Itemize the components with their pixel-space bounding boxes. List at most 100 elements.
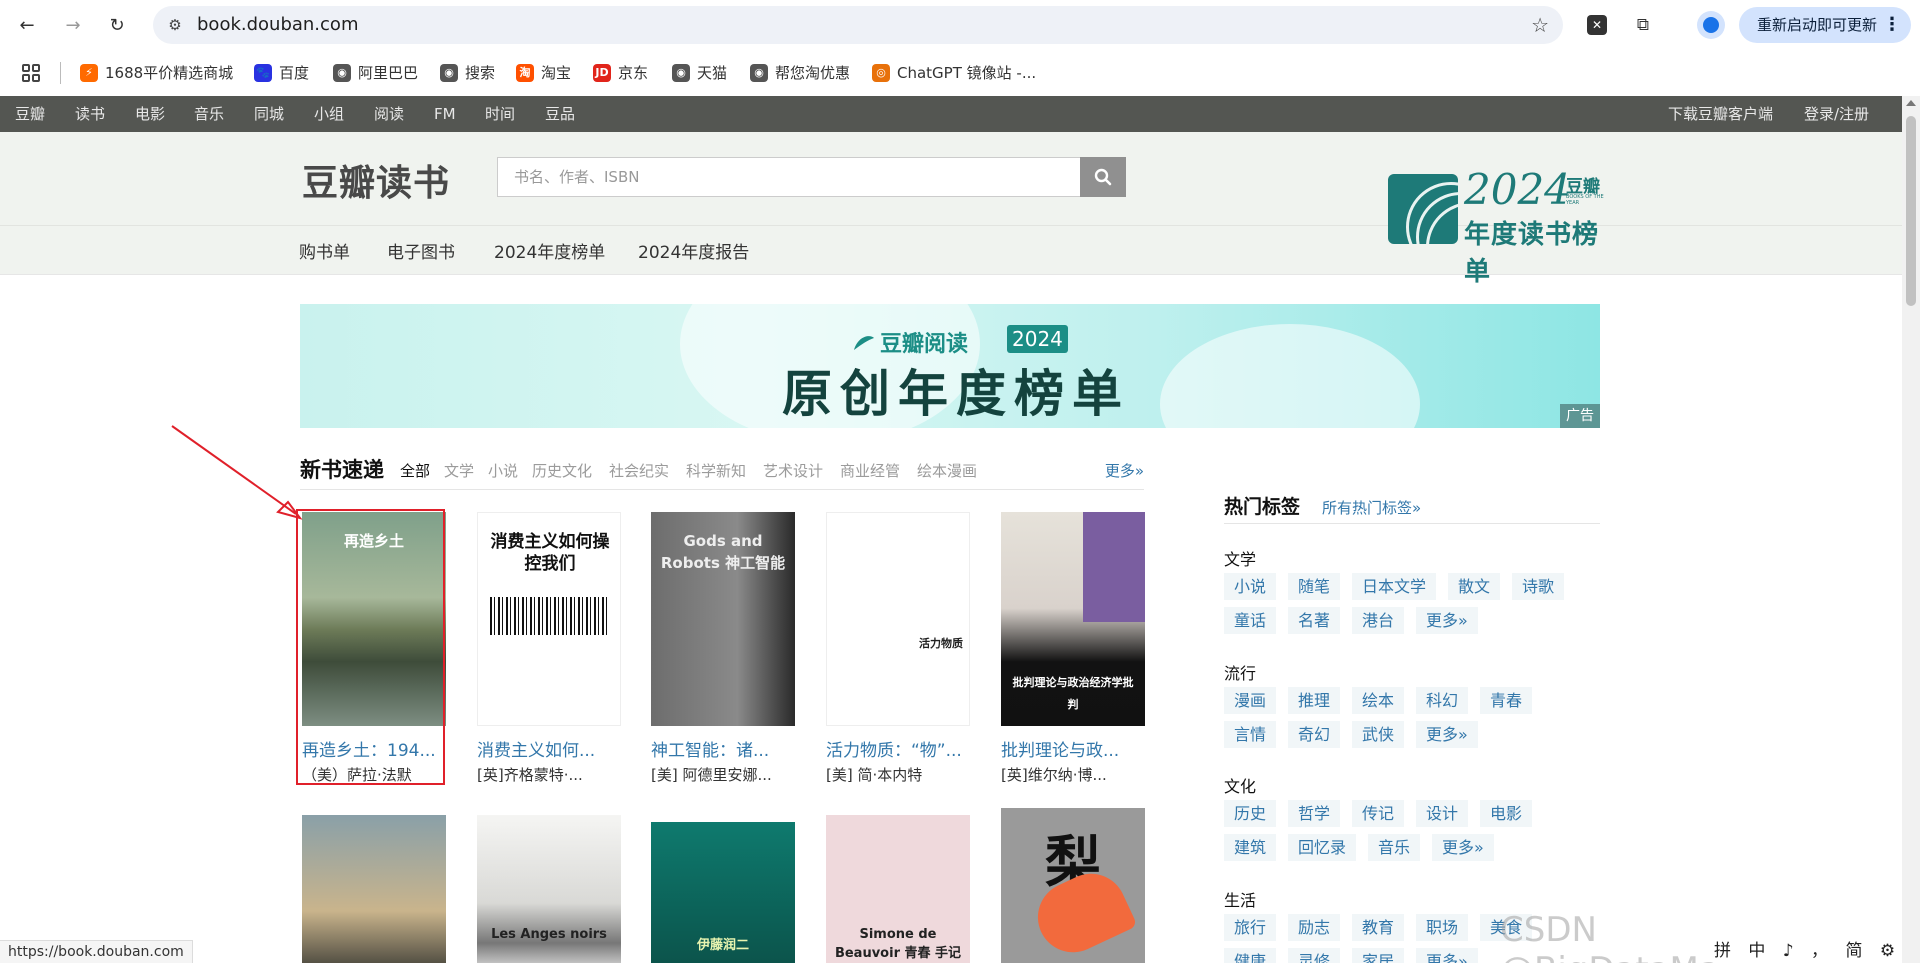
profile-icon[interactable] [1697, 11, 1725, 39]
site-settings-icon[interactable]: ⚙ [165, 15, 185, 35]
scrollbar-thumb[interactable] [1906, 116, 1916, 306]
all-hot-tags-link[interactable]: 所有热门标签» [1322, 497, 1421, 518]
more-vert-icon[interactable]: ⋮ [1883, 7, 1901, 43]
global-nav-item[interactable]: 读书 [75, 96, 105, 132]
tag-link[interactable]: 更多» [1416, 607, 1478, 634]
tag-link[interactable]: 奇幻 [1288, 721, 1341, 748]
category-tab[interactable]: 全部 [400, 460, 430, 481]
tag-link[interactable]: 绘本 [1352, 687, 1405, 714]
reload-icon[interactable]: ↻ [102, 10, 132, 40]
bookmark-item[interactable]: ◉ 帮您淘优惠 [750, 50, 850, 96]
tag-link[interactable]: 小说 [1224, 573, 1277, 600]
tag-link[interactable]: 科幻 [1416, 687, 1469, 714]
book-title-link[interactable]: 神工智能：诸... [651, 736, 801, 761]
category-tab[interactable]: 文学 [444, 460, 474, 481]
book-title-link[interactable]: 活力物质：“物”... [826, 736, 976, 761]
global-nav-item[interactable]: 同城 [254, 96, 284, 132]
tag-link[interactable]: 港台 [1352, 607, 1405, 634]
tag-link[interactable]: 励志 [1288, 914, 1341, 941]
book-cover[interactable]: 消费主义如何操控我们 [477, 512, 621, 726]
sub-nav-item[interactable]: 购书单 [299, 235, 350, 271]
tag-link[interactable]: 灵修 [1288, 948, 1341, 963]
back-arrow-icon[interactable]: ← [12, 10, 42, 40]
global-nav-item[interactable]: FM [434, 96, 456, 132]
tag-link[interactable]: 武侠 [1352, 721, 1405, 748]
global-nav-item[interactable]: 电影 [135, 96, 165, 132]
tag-link[interactable]: 历史 [1224, 800, 1277, 827]
category-tab[interactable]: 历史文化 [532, 460, 592, 481]
douban-book-logo[interactable]: 豆瓣读书 [302, 154, 450, 206]
apps-grid-icon[interactable] [22, 64, 40, 82]
bookmark-item[interactable]: ◉ 搜索 [440, 50, 495, 96]
category-tab[interactable]: 艺术设计 [763, 460, 823, 481]
global-nav-item[interactable]: 时间 [485, 96, 515, 132]
tag-link[interactable]: 教育 [1352, 914, 1405, 941]
book-cover[interactable]: 活力物质 [826, 512, 970, 726]
sub-nav-item[interactable]: 电子图书 [387, 235, 455, 271]
tag-link[interactable]: 哲学 [1288, 800, 1341, 827]
book-cover[interactable]: 梨 [1001, 808, 1145, 963]
global-nav-item[interactable]: 音乐 [194, 96, 224, 132]
bookmark-item[interactable]: ◎ ChatGPT 镜像站 -... [872, 50, 1036, 96]
tag-link[interactable]: 设计 [1416, 800, 1469, 827]
tag-link[interactable]: 更多» [1416, 948, 1478, 963]
category-tab[interactable]: 商业经管 [840, 460, 900, 481]
sub-nav-item[interactable]: 2024年度榜单 [494, 235, 605, 271]
bookmark-star-icon[interactable]: ☆ [1531, 14, 1549, 36]
book-cover[interactable]: Gods and Robots 神工智能 [651, 512, 795, 726]
bookmark-item[interactable]: 🐾 百度 [254, 50, 309, 96]
category-tab[interactable]: 科学新知 [686, 460, 746, 481]
global-nav-item[interactable]: 小组 [314, 96, 344, 132]
url-text[interactable]: book.douban.com [197, 6, 358, 44]
tag-link[interactable]: 健康 [1224, 948, 1277, 963]
sub-nav-item[interactable]: 2024年度报告 [638, 235, 749, 271]
tag-link[interactable]: 家居 [1352, 948, 1405, 963]
book-title-link[interactable]: 消费主义如何... [477, 736, 627, 761]
address-bar[interactable]: ⚙ book.douban.com ☆ [153, 6, 1563, 44]
tag-link[interactable]: 建筑 [1224, 834, 1277, 861]
tag-link[interactable]: 职场 [1416, 914, 1469, 941]
tag-link[interactable]: 日本文学 [1352, 573, 1437, 600]
tag-link[interactable]: 名著 [1288, 607, 1341, 634]
login-register-link[interactable]: 登录/注册 [1804, 96, 1869, 132]
extensions-puzzle-icon[interactable]: ⧉ [1630, 12, 1656, 38]
tag-link[interactable]: 漫画 [1224, 687, 1277, 714]
tag-link[interactable]: 推理 [1288, 687, 1341, 714]
tag-link[interactable]: 音乐 [1368, 834, 1421, 861]
global-nav-item[interactable]: 阅读 [374, 96, 404, 132]
tag-link[interactable]: 散文 [1448, 573, 1501, 600]
extension-x-icon[interactable]: ✕ [1584, 12, 1610, 38]
tag-link[interactable]: 电影 [1480, 800, 1533, 827]
ime-toolbar[interactable]: 拼 中 ♪ ， 简 ⚙ [1714, 940, 1902, 963]
download-client-link[interactable]: 下载豆瓣客户端 [1668, 96, 1773, 132]
global-nav-item[interactable]: 豆瓣 [15, 96, 45, 132]
category-tab[interactable]: 小说 [488, 460, 518, 481]
tag-link[interactable]: 回忆录 [1288, 834, 1357, 861]
bookmark-item[interactable]: ⚡ 1688平价精选商城 [80, 50, 233, 96]
tag-link[interactable]: 旅行 [1224, 914, 1277, 941]
tag-link[interactable]: 传记 [1352, 800, 1405, 827]
forward-arrow-icon[interactable]: → [58, 10, 88, 40]
category-tab[interactable]: 社会纪实 [609, 460, 669, 481]
year-list-badge[interactable]: 2024 豆瓣 BOOKS OF THE YEAR 年度读书榜单 [1388, 168, 1606, 287]
new-books-more-link[interactable]: 更多» [1105, 460, 1144, 481]
bookmark-item[interactable]: ◉ 阿里巴巴 [333, 50, 418, 96]
bookmark-item[interactable]: JD 京东 [593, 50, 648, 96]
bookmark-item[interactable]: ◉ 天猫 [672, 50, 727, 96]
update-button[interactable]: 重新启动即可更新 ⋮ [1739, 7, 1911, 43]
category-tab[interactable]: 绘本漫画 [917, 460, 977, 481]
global-nav-item[interactable]: 豆品 [545, 96, 575, 132]
tag-link[interactable]: 更多» [1416, 721, 1478, 748]
search-input[interactable]: 书名、作者、ISBN [497, 157, 1081, 197]
search-button[interactable] [1080, 157, 1126, 197]
book-cover[interactable]: Simone de Beauvoir 青春 手记 [826, 815, 970, 963]
tag-link[interactable]: 诗歌 [1512, 573, 1565, 600]
page-scrollbar[interactable] [1902, 96, 1920, 963]
tag-link[interactable]: 更多» [1432, 834, 1494, 861]
tag-link[interactable]: 童话 [1224, 607, 1277, 634]
tag-link[interactable]: 随笔 [1288, 573, 1341, 600]
bookmark-item[interactable]: 淘淘宝 [516, 50, 571, 96]
tag-link[interactable]: 言情 [1224, 721, 1277, 748]
book-cover[interactable]: 伊藤润二 [651, 822, 795, 963]
book-cover[interactable]: Les Anges noirs [477, 815, 621, 963]
